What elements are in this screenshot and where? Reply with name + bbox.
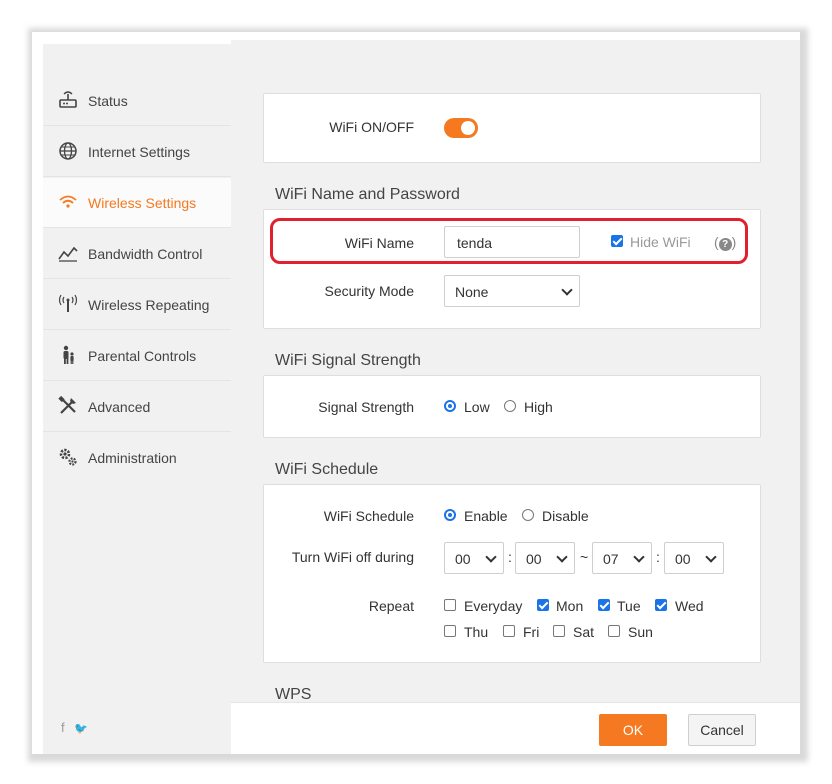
chevron-down-icon	[485, 551, 497, 563]
main-content: WiFi ON/OFF WiFi Name and Password WiFi …	[231, 40, 800, 702]
day-wed-label: Wed	[675, 598, 704, 614]
start-hour-select[interactable]: 00	[444, 542, 504, 574]
sidebar-item-status[interactable]: Status	[43, 76, 231, 126]
sidebar-item-parental-controls[interactable]: Parental Controls	[43, 331, 231, 381]
sidebar-item-wireless-settings[interactable]: Wireless Settings	[43, 178, 231, 228]
sidebar-item-label: Wireless Repeating	[88, 297, 210, 313]
social-links: f 🐦	[61, 720, 94, 735]
wifi-name-password-card: WiFi Name tenda Hide WiFi (?) Security M…	[263, 209, 761, 329]
hide-wifi-label: Hide WiFi	[630, 234, 691, 250]
signal-high-radio[interactable]	[504, 400, 516, 412]
sidebar-item-wireless-repeating[interactable]: Wireless Repeating	[43, 280, 231, 330]
chevron-down-icon	[705, 551, 717, 563]
section-title-wps: WPS	[275, 686, 312, 702]
wifi-schedule-card: WiFi Schedule Enable Disable Turn WiFi o…	[263, 484, 761, 663]
toggle-knob	[461, 121, 475, 135]
wifi-onoff-card: WiFi ON/OFF	[263, 93, 761, 163]
router-icon	[57, 89, 79, 111]
facebook-icon[interactable]: f	[61, 720, 65, 735]
sidebar-item-label: Internet Settings	[88, 144, 190, 160]
end-minute-select[interactable]: 00	[664, 542, 724, 574]
end-hour-value: 07	[603, 551, 619, 567]
sidebar: Status Internet Settings Wireless Settin…	[43, 44, 231, 754]
help-glyph: ?	[718, 238, 732, 251]
day-sat-label: Sat	[573, 624, 595, 640]
day-everyday-checkbox[interactable]	[444, 599, 456, 611]
gears-icon	[57, 446, 79, 468]
day-wed-checkbox[interactable]	[655, 599, 667, 611]
family-icon	[57, 344, 79, 366]
sidebar-item-label: Parental Controls	[88, 348, 197, 364]
time-colon: :	[508, 549, 512, 565]
wifi-name-input[interactable]: tenda	[444, 226, 580, 258]
router-admin-window: Status Internet Settings Wireless Settin…	[32, 32, 800, 754]
start-minute-value: 00	[526, 551, 542, 567]
day-everyday-label: Everyday	[464, 598, 523, 614]
day-sat-checkbox[interactable]	[553, 625, 565, 637]
schedule-disable-label: Disable	[542, 508, 589, 524]
day-tue-label: Tue	[617, 598, 641, 614]
signal-high-label: High	[524, 399, 553, 415]
sidebar-item-internet-settings[interactable]: Internet Settings	[43, 127, 231, 177]
antenna-icon	[57, 293, 79, 315]
day-thu-label: Thu	[464, 624, 489, 640]
section-title-signal-strength: WiFi Signal Strength	[275, 352, 421, 369]
chevron-down-icon	[633, 551, 645, 563]
day-thu-checkbox[interactable]	[444, 625, 456, 637]
sidebar-item-administration[interactable]: Administration	[43, 433, 231, 483]
tools-icon	[57, 395, 79, 417]
signal-low-radio[interactable]	[444, 400, 456, 412]
section-title-name-password: WiFi Name and Password	[275, 186, 460, 203]
security-mode-select[interactable]: None	[444, 275, 580, 307]
hide-wifi-checkbox[interactable]	[611, 235, 623, 247]
day-tue-checkbox[interactable]	[598, 599, 610, 611]
day-sun-checkbox[interactable]	[608, 625, 620, 637]
end-hour-select[interactable]: 07	[592, 542, 652, 574]
turn-wifi-off-label: Turn WiFi off during	[291, 549, 414, 565]
signal-low-label: Low	[464, 399, 490, 415]
day-sun-label: Sun	[628, 624, 653, 640]
ok-button[interactable]: OK	[599, 714, 667, 746]
day-fri-label: Fri	[523, 624, 540, 640]
end-minute-value: 00	[675, 551, 691, 567]
twitter-icon[interactable]: 🐦	[74, 723, 88, 735]
time-colon: :	[656, 549, 660, 565]
day-mon-checkbox[interactable]	[537, 599, 549, 611]
day-fri-checkbox[interactable]	[503, 625, 515, 637]
sidebar-item-bandwidth-control[interactable]: Bandwidth Control	[43, 229, 231, 279]
repeat-label: Repeat	[368, 598, 414, 614]
wifi-schedule-label: WiFi Schedule	[323, 508, 414, 524]
wifi-icon	[57, 191, 79, 213]
security-mode-label: Security Mode	[324, 283, 414, 299]
cancel-button[interactable]: Cancel	[688, 714, 756, 746]
sidebar-item-label: Advanced	[88, 399, 151, 415]
sidebar-item-advanced[interactable]: Advanced	[43, 382, 231, 432]
signal-strength-label: Signal Strength	[318, 399, 414, 415]
help-icon[interactable]: (?)	[714, 234, 736, 251]
signal-strength-card: Signal Strength Low High	[263, 375, 761, 438]
sidebar-item-label: Status	[88, 93, 128, 109]
start-minute-select[interactable]: 00	[515, 542, 575, 574]
sidebar-item-label: Administration	[88, 450, 177, 466]
time-tilde: ~	[580, 549, 589, 565]
wifi-onoff-label: WiFi ON/OFF	[329, 119, 414, 135]
globe-icon	[57, 140, 79, 162]
schedule-disable-radio[interactable]	[522, 509, 534, 521]
chevron-down-icon	[556, 551, 568, 563]
schedule-enable-label: Enable	[464, 508, 508, 524]
day-mon-label: Mon	[556, 598, 584, 614]
wifi-name-label: WiFi Name	[344, 235, 414, 251]
security-mode-value: None	[455, 284, 489, 300]
bandwidth-icon	[57, 242, 79, 264]
wifi-onoff-toggle[interactable]	[444, 118, 478, 138]
chevron-down-icon	[561, 284, 573, 296]
sidebar-item-label: Wireless Settings	[88, 195, 197, 211]
sidebar-item-label: Bandwidth Control	[88, 246, 203, 262]
schedule-enable-radio[interactable]	[444, 509, 456, 521]
section-title-schedule: WiFi Schedule	[275, 461, 379, 478]
start-hour-value: 00	[455, 551, 471, 567]
footer-bar: OK Cancel	[231, 702, 800, 754]
